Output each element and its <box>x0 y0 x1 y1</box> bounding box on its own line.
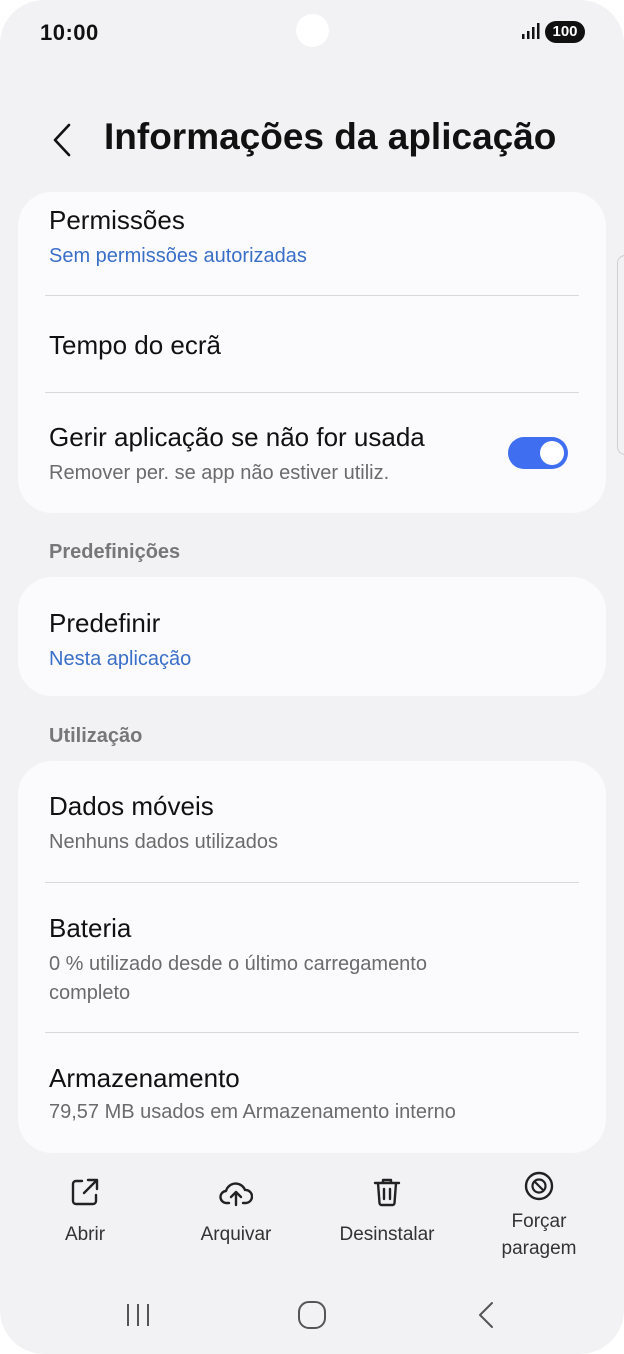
open-label: Abrir <box>64 1224 106 1245</box>
trash-icon <box>373 1178 401 1207</box>
manage-unused-subtitle: Remover per. se app não estiver utiliz. <box>49 462 390 484</box>
home-button[interactable] <box>282 1295 342 1335</box>
cloud-upload-icon <box>219 1182 253 1207</box>
page-title: Informações da aplicação <box>104 116 557 157</box>
status-time: 10:00 <box>40 20 99 45</box>
mobile-data-subtitle: Nenhuns dados utilizados <box>49 831 279 853</box>
section-label-defaults: Predefinições <box>49 541 181 563</box>
permissions-row[interactable]: Permissões Sem permissões autorizadas <box>18 192 606 295</box>
set-default-row[interactable]: Predefinir Nesta aplicação <box>18 577 606 696</box>
open-external-icon <box>71 1178 99 1206</box>
storage-row[interactable]: Armazenamento 79,57 MB usados em Armazen… <box>18 1033 606 1153</box>
chevron-left-icon <box>53 123 71 157</box>
usage-card: Dados móveis Nenhuns dados utilizados Ba… <box>18 761 606 1153</box>
back-icon <box>479 1302 493 1328</box>
status-bar: 10:00 100 <box>0 0 624 64</box>
defaults-card: Predefinir Nesta aplicação <box>18 577 606 696</box>
uninstall-label: Desinstalar <box>339 1224 435 1245</box>
manage-unused-toggle[interactable] <box>508 437 568 469</box>
camera-cutout <box>296 14 329 47</box>
set-default-subtitle: Nesta aplicação <box>49 648 192 670</box>
screen-time-title: Tempo do ecrã <box>49 330 221 360</box>
scroll-edge-indicator <box>617 255 624 455</box>
archive-label: Arquivar <box>200 1224 272 1245</box>
app-info-screen: 10:00 100 Informações da aplicação Permi… <box>0 0 624 1354</box>
storage-title: Armazenamento <box>49 1063 240 1093</box>
action-bar: Abrir Arquivar Desinstalar Forçar parage… <box>0 1165 624 1275</box>
battery-title: Bateria <box>49 913 132 943</box>
battery-subtitle-line1: 0 % utilizado desde o último carregament… <box>49 953 427 975</box>
storage-subtitle: 79,57 MB usados em Armazenamento interno <box>49 1101 456 1123</box>
manage-unused-row[interactable]: Gerir aplicação se não for usada Remover… <box>18 393 606 513</box>
home-icon <box>298 1301 326 1329</box>
mobile-data-title: Dados móveis <box>49 791 214 821</box>
permissions-title: Permissões <box>49 205 185 235</box>
permissions-subtitle: Sem permissões autorizadas <box>49 245 307 267</box>
recents-icon <box>127 1304 149 1326</box>
system-nav-bar <box>0 1285 624 1345</box>
force-stop-label-line1: Forçar <box>511 1211 567 1232</box>
permissions-card: Permissões Sem permissões autorizadas Te… <box>18 192 606 513</box>
nav-back-button[interactable] <box>456 1295 516 1335</box>
screen-time-row[interactable]: Tempo do ecrã <box>18 296 606 392</box>
battery-subtitle-line2: completo <box>49 982 131 1004</box>
app-bar: Informações da aplicação <box>0 110 624 170</box>
block-icon <box>524 1171 554 1201</box>
section-label-usage: Utilização <box>49 725 143 747</box>
toggle-knob <box>540 441 564 465</box>
set-default-title: Predefinir <box>49 608 161 638</box>
mobile-data-row[interactable]: Dados móveis Nenhuns dados utilizados <box>18 761 606 882</box>
back-button[interactable] <box>42 118 82 162</box>
manage-unused-title: Gerir aplicação se não for usada <box>49 422 425 452</box>
battery-icon: 100 <box>545 21 585 43</box>
signal-icon <box>522 23 540 39</box>
battery-row[interactable]: Bateria 0 % utilizado desde o último car… <box>18 883 606 1033</box>
recents-button[interactable] <box>108 1295 168 1335</box>
force-stop-label-line2: paragem <box>501 1238 577 1259</box>
